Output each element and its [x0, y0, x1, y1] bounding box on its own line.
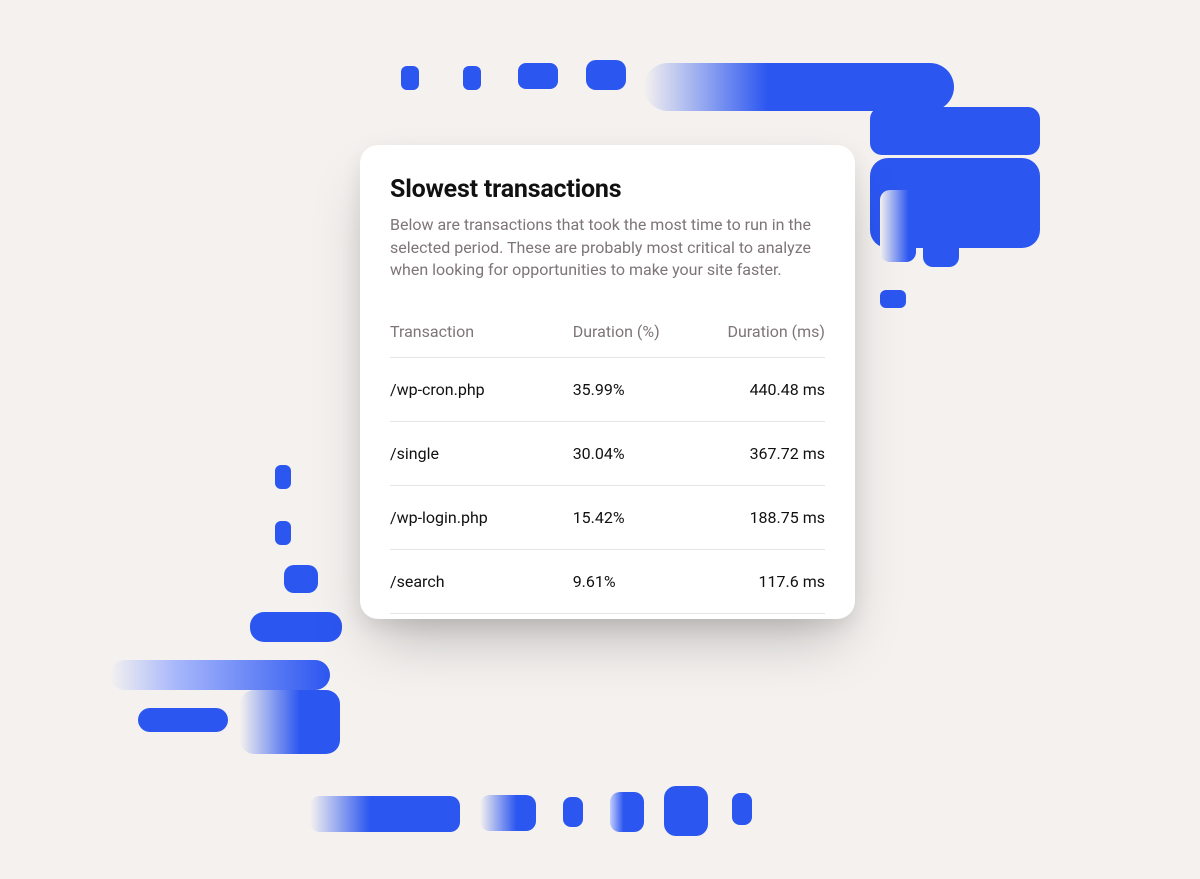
cell-duration-pct: 15.42%: [573, 486, 695, 550]
decorative-blob: [563, 797, 583, 827]
cell-duration-pct: 9.61%: [573, 550, 695, 614]
card-description: Below are transactions that took the mos…: [390, 214, 825, 282]
decorative-blob: [110, 660, 330, 690]
decorative-blob: [518, 63, 558, 89]
decorative-blob: [480, 795, 536, 831]
decorative-blob: [923, 195, 959, 267]
table-row[interactable]: /search 9.61% 117.6 ms: [390, 550, 825, 614]
column-header-duration-pct: Duration (%): [573, 322, 695, 358]
cell-duration-ms: 367.72 ms: [694, 422, 825, 486]
decorative-blob: [880, 190, 916, 262]
transactions-table: Transaction Duration (%) Duration (ms) /…: [390, 322, 825, 614]
cell-duration-pct: 35.99%: [573, 358, 695, 422]
cell-duration-ms: 440.48 ms: [694, 358, 825, 422]
slowest-transactions-card: Slowest transactions Below are transacti…: [360, 145, 855, 619]
decorative-blob: [644, 63, 954, 111]
decorative-blob: [732, 793, 752, 825]
column-header-transaction: Transaction: [390, 322, 573, 358]
decorative-blob: [250, 612, 342, 642]
cell-transaction: /wp-cron.php: [390, 358, 573, 422]
column-header-duration-ms: Duration (ms): [694, 322, 825, 358]
cell-transaction: /search: [390, 550, 573, 614]
cell-duration-pct: 30.04%: [573, 422, 695, 486]
decorative-blob: [138, 708, 228, 732]
card-title: Slowest transactions: [390, 175, 825, 204]
decorative-blob: [664, 786, 708, 836]
decorative-blob: [463, 66, 481, 90]
cell-duration-ms: 117.6 ms: [694, 550, 825, 614]
decorative-blob: [310, 796, 460, 832]
decorative-blob: [275, 465, 291, 489]
cell-duration-ms: 188.75 ms: [694, 486, 825, 550]
table-row[interactable]: /wp-login.php 15.42% 188.75 ms: [390, 486, 825, 550]
decorative-blob: [610, 792, 644, 832]
table-row[interactable]: /single 30.04% 367.72 ms: [390, 422, 825, 486]
decorative-blob: [870, 107, 1040, 155]
decorative-blob: [401, 66, 419, 90]
cell-transaction: /wp-login.php: [390, 486, 573, 550]
cell-transaction: /single: [390, 422, 573, 486]
decorative-blob: [284, 565, 318, 593]
decorative-blob: [240, 690, 340, 754]
decorative-blob: [880, 290, 906, 308]
table-row[interactable]: /wp-cron.php 35.99% 440.48 ms: [390, 358, 825, 422]
decorative-blob: [275, 521, 291, 545]
decorative-blob: [586, 60, 626, 90]
